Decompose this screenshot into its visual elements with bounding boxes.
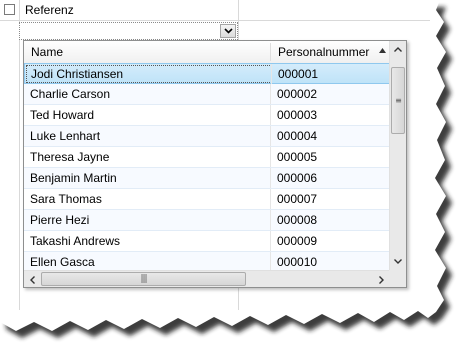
sort-ascending-icon: [379, 48, 386, 53]
list-header: Name Personalnummer: [24, 41, 390, 64]
grid-line-mid-lower: [238, 288, 239, 310]
cell-name: Ted Howard: [30, 108, 95, 122]
cell-personalnummer: 000002: [277, 87, 318, 101]
cell-name: Jodi Christiansen: [31, 67, 124, 81]
scroll-right-button[interactable]: [373, 271, 389, 288]
scroll-up-button[interactable]: [390, 41, 406, 58]
list-item[interactable]: Luke Lenhart 000004: [24, 126, 390, 147]
list-item[interactable]: Ted Howard 000003: [24, 105, 390, 126]
cell-name: Sara Thomas: [30, 192, 102, 206]
grip-icon: |||: [140, 274, 147, 284]
column-header-name[interactable]: Name: [24, 41, 271, 63]
cell-name: Theresa Jayne: [30, 150, 110, 164]
cell-name: Charlie Carson: [30, 87, 111, 101]
list-item[interactable]: Sara Thomas 000007: [24, 189, 390, 210]
cell-personalnummer: 000010: [277, 255, 318, 269]
cell-personalnummer: 000001: [278, 67, 319, 81]
list-item[interactable]: Charlie Carson 000002: [24, 84, 390, 105]
chevron-down-icon: [223, 28, 233, 34]
cell-personalnummer: 000008: [277, 213, 318, 227]
vertical-scrollbar[interactable]: ≡: [389, 41, 406, 270]
cell-personalnummer: 000004: [277, 129, 318, 143]
list-rows: Jodi Christiansen 000001 Charlie Carson 000…: [24, 63, 390, 273]
cell-personalnummer: 000007: [277, 192, 318, 206]
scroll-left-arrow-icon: [29, 275, 35, 284]
grid-line-left: [19, 0, 20, 310]
cell-personalnummer: 000003: [277, 108, 318, 122]
horizontal-scroll-thumb[interactable]: |||: [41, 272, 246, 286]
combo-dropdown-button[interactable]: [220, 24, 236, 38]
cell-personalnummer: 000009: [277, 234, 318, 248]
scroll-right-arrow-icon: [378, 275, 384, 284]
scroll-down-arrow-icon: [394, 259, 402, 264]
dropdown-list: Name Personalnummer Jodi Christiansen 000…: [23, 40, 407, 288]
referenz-label: Referenz: [25, 3, 74, 17]
horizontal-scrollbar[interactable]: |||: [24, 270, 390, 287]
list-item[interactable]: Jodi Christiansen 000001: [24, 63, 390, 84]
vertical-scroll-thumb[interactable]: ≡: [391, 67, 405, 134]
cell-name: Ellen Gasca: [30, 255, 95, 269]
scroll-down-button[interactable]: [390, 253, 406, 270]
list-item[interactable]: Theresa Jayne 000005: [24, 147, 390, 168]
scrollbar-corner: [389, 270, 406, 287]
grip-icon: ≡: [395, 96, 402, 105]
cell-personalnummer: 000006: [277, 171, 318, 185]
scroll-left-button[interactable]: [24, 271, 40, 288]
referenz-checkbox[interactable]: [4, 4, 15, 15]
cell-name: Benjamin Martin: [30, 171, 117, 185]
cell-name: Luke Lenhart: [30, 129, 101, 143]
scroll-up-arrow-icon: [394, 47, 402, 52]
list-item[interactable]: Benjamin Martin 000006: [24, 168, 390, 189]
grid-line-mid: [238, 0, 239, 40]
cell-name: Takashi Andrews: [30, 234, 121, 248]
list-item[interactable]: Takashi Andrews 000009: [24, 231, 390, 252]
cell-personalnummer: 000005: [277, 150, 318, 164]
cell-name: Pierre Hezi: [30, 213, 90, 227]
referenz-combobox[interactable]: [19, 22, 238, 40]
list-item[interactable]: Pierre Hezi 000008: [24, 210, 390, 231]
column-header-personalnummer[interactable]: Personalnummer: [271, 41, 390, 63]
column-header-personalnummer-label: Personalnummer: [278, 45, 370, 59]
